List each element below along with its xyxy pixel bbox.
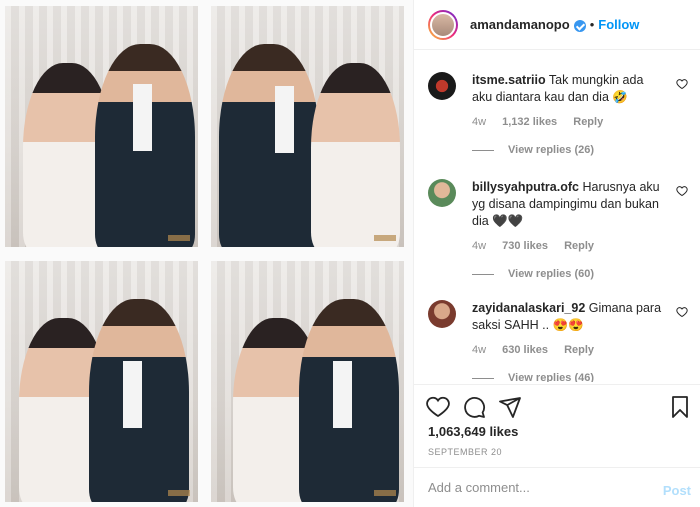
bookmark-icon[interactable] <box>668 395 692 419</box>
comment-composer: Post <box>414 467 700 507</box>
post-date: SEPTEMBER 20 <box>428 447 503 457</box>
comment-item: billysyahputra.ofc Harusnya aku yg disan… <box>428 179 688 280</box>
like-comment-icon[interactable] <box>676 306 688 318</box>
like-comment-icon[interactable] <box>676 78 688 90</box>
reply-button[interactable]: Reply <box>573 116 603 128</box>
verified-badge-icon <box>573 19 586 32</box>
comment-age: 4w <box>472 116 487 128</box>
view-replies-button[interactable]: View replies (60) <box>472 268 688 280</box>
heart-icon[interactable] <box>426 395 450 419</box>
comment-item: zayidanalaskari_92 Gimana para saksi SAH… <box>428 300 688 382</box>
post-actions <box>414 384 700 424</box>
comment-likes[interactable]: 1,132 likes <box>502 116 557 128</box>
post-media[interactable] <box>0 0 413 507</box>
comment-input[interactable] <box>428 480 648 495</box>
post-side-panel: amandamanopo • Follow itsme.satriio Tak … <box>413 0 700 507</box>
avatar[interactable] <box>428 9 458 40</box>
follow-button[interactable]: Follow <box>598 17 639 32</box>
comment-age: 4w <box>472 240 487 252</box>
comment-item: itsme.satriio Tak mungkin ada aku dianta… <box>428 72 688 156</box>
comment-username[interactable]: zayidanalaskari_92 <box>472 301 585 315</box>
separator-dot: • <box>589 17 595 32</box>
view-replies-button[interactable]: View replies (26) <box>472 144 688 156</box>
view-replies-button[interactable]: View replies (46) <box>472 372 688 382</box>
comment-icon[interactable] <box>462 395 486 419</box>
watermark-logo <box>168 235 190 241</box>
post-username[interactable]: amandamanopo <box>470 17 570 32</box>
comments-list[interactable]: itsme.satriio Tak mungkin ada aku dianta… <box>414 62 700 382</box>
post-comment-button[interactable]: Post <box>663 483 691 498</box>
like-comment-icon[interactable] <box>676 185 688 197</box>
photo-2 <box>211 6 404 247</box>
post-header: amandamanopo • Follow <box>414 0 700 50</box>
reply-button[interactable]: Reply <box>564 344 594 356</box>
comment-likes[interactable]: 630 likes <box>502 344 548 356</box>
comment-age: 4w <box>472 344 487 356</box>
comment-likes[interactable]: 730 likes <box>502 240 548 252</box>
photo-3 <box>5 261 198 502</box>
commenter-avatar[interactable] <box>428 72 456 100</box>
watermark-logo <box>374 490 396 496</box>
photo-1 <box>5 6 198 247</box>
photo-4 <box>211 261 404 502</box>
instagram-post: amandamanopo • Follow itsme.satriio Tak … <box>0 0 700 507</box>
share-icon[interactable] <box>498 395 522 419</box>
watermark-logo <box>168 490 190 496</box>
reply-button[interactable]: Reply <box>564 240 594 252</box>
comment-username[interactable]: itsme.satriio <box>472 73 546 87</box>
commenter-avatar[interactable] <box>428 300 456 328</box>
comment-username[interactable]: billysyahputra.ofc <box>472 180 579 194</box>
likes-count[interactable]: 1,063,649 likes <box>428 424 518 439</box>
commenter-avatar[interactable] <box>428 179 456 207</box>
watermark-logo <box>374 235 396 241</box>
